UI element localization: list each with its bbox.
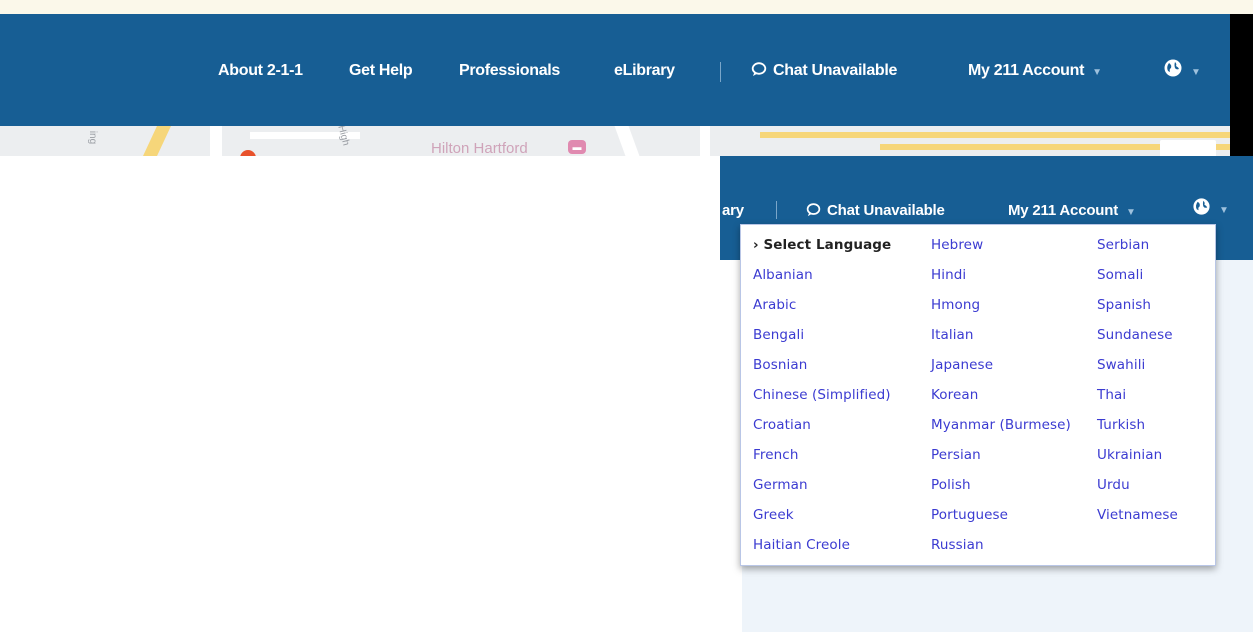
edge-strip xyxy=(1230,14,1253,126)
language-option-greek[interactable]: Greek xyxy=(753,507,794,523)
language-option-german[interactable]: German xyxy=(753,477,808,493)
language-option-bengali[interactable]: Bengali xyxy=(753,327,804,343)
account-menu[interactable]: My 211 Account ▼ xyxy=(968,62,1102,80)
chat-button[interactable]: Chat Unavailable xyxy=(751,62,897,80)
language-option-somali[interactable]: Somali xyxy=(1097,267,1143,283)
language-selector[interactable]: ▼ xyxy=(1163,58,1201,80)
chat-button[interactable]: Chat Unavailable xyxy=(806,202,945,219)
chevron-down-icon: ▼ xyxy=(1191,67,1201,78)
chevron-down-icon: ▼ xyxy=(1126,207,1136,218)
language-option-hmong[interactable]: Hmong xyxy=(931,297,980,313)
language-option-albanian[interactable]: Albanian xyxy=(753,267,813,283)
globe-icon xyxy=(1164,59,1182,77)
language-option-serbian[interactable]: Serbian xyxy=(1097,237,1149,253)
map-control[interactable] xyxy=(1160,140,1216,156)
language-option-japanese[interactable]: Japanese xyxy=(931,357,993,373)
language-option-italian[interactable]: Italian xyxy=(931,327,974,343)
nav-about[interactable]: About 2-1-1 xyxy=(218,62,303,80)
language-option-urdu[interactable]: Urdu xyxy=(1097,477,1130,493)
language-option-polish[interactable]: Polish xyxy=(931,477,971,493)
language-option-swahili[interactable]: Swahili xyxy=(1097,357,1145,373)
street-label: High xyxy=(335,126,352,147)
language-option-haitian-creole[interactable]: Haitian Creole xyxy=(753,537,850,553)
chat-label: Chat Unavailable xyxy=(827,202,945,219)
main-navbar: About 2-1-1 Get Help Professionals eLibr… xyxy=(0,14,1230,126)
edge-strip xyxy=(1230,126,1253,156)
nav-divider xyxy=(720,62,721,82)
language-option-thai[interactable]: Thai xyxy=(1097,387,1126,403)
language-option-bosnian[interactable]: Bosnian xyxy=(753,357,807,373)
map-preview: ing High Hilton Hartford ▬ xyxy=(0,126,1230,156)
language-option-hindi[interactable]: Hindi xyxy=(931,267,966,283)
language-option-arabic[interactable]: Arabic xyxy=(753,297,796,313)
language-option-sundanese[interactable]: Sundanese xyxy=(1097,327,1173,343)
language-option-french[interactable]: French xyxy=(753,447,798,463)
hotel-icon: ▬ xyxy=(568,140,586,154)
map-pin-icon xyxy=(240,150,256,156)
globe-icon xyxy=(1193,198,1210,215)
language-option-persian[interactable]: Persian xyxy=(931,447,981,463)
language-option-hebrew[interactable]: Hebrew xyxy=(931,237,983,253)
language-option-spanish[interactable]: Spanish xyxy=(1097,297,1151,313)
language-option-croatian[interactable]: Croatian xyxy=(753,417,811,433)
language-option-myanmar-burmese[interactable]: Myanmar (Burmese) xyxy=(931,417,1071,433)
nav-professionals[interactable]: Professionals xyxy=(459,62,560,80)
chevron-down-icon: ▼ xyxy=(1219,205,1229,216)
nav-elibrary-partial[interactable]: ary xyxy=(722,202,744,219)
nav-get-help[interactable]: Get Help xyxy=(349,62,413,80)
street-label: ing xyxy=(87,130,99,145)
language-option-chinese-simplified[interactable]: Chinese (Simplified) xyxy=(753,387,891,403)
chat-bubble-icon xyxy=(806,203,821,217)
language-selector[interactable]: ▼ xyxy=(1192,197,1229,218)
nav-elibrary[interactable]: eLibrary xyxy=(614,62,675,80)
page: About 2-1-1 Get Help Professionals eLibr… xyxy=(0,0,1253,632)
top-strip xyxy=(0,0,1253,14)
account-menu[interactable]: My 211 Account ▼ xyxy=(1008,202,1136,219)
language-option-ukrainian[interactable]: Ukrainian xyxy=(1097,447,1162,463)
chat-bubble-icon xyxy=(751,62,767,76)
language-dropdown: › Select Language Albanian Arabic Bengali Bo… xyxy=(740,224,1216,566)
select-language-header: › Select Language xyxy=(753,237,892,253)
chevron-down-icon: ▼ xyxy=(1092,67,1102,78)
language-option-vietnamese[interactable]: Vietnamese xyxy=(1097,507,1178,523)
account-label: My 211 Account xyxy=(1008,202,1119,219)
nav-divider xyxy=(776,201,777,219)
language-option-turkish[interactable]: Turkish xyxy=(1097,417,1145,433)
account-label: My 211 Account xyxy=(968,62,1085,79)
hotel-label: Hilton Hartford xyxy=(431,140,528,156)
language-option-korean[interactable]: Korean xyxy=(931,387,978,403)
chat-label: Chat Unavailable xyxy=(773,62,898,79)
language-option-russian[interactable]: Russian xyxy=(931,537,984,553)
language-option-portuguese[interactable]: Portuguese xyxy=(931,507,1008,523)
